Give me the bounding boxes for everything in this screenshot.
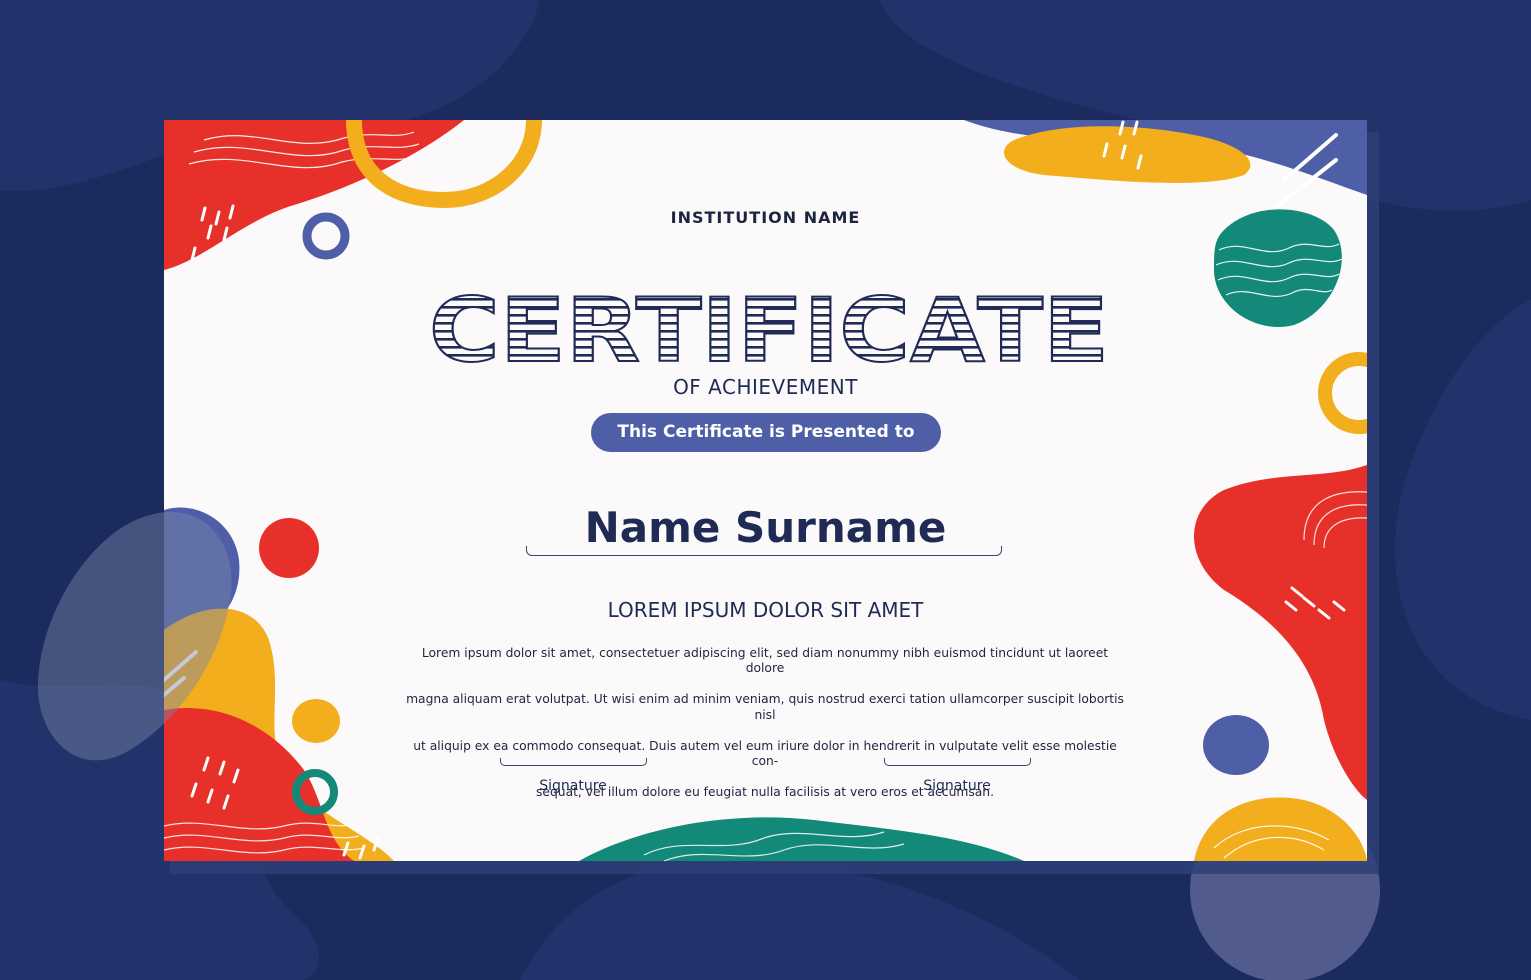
description-line: Lorem ipsum dolor sit amet, consectetuer… bbox=[421, 645, 1109, 676]
signature-line-right bbox=[884, 758, 1031, 766]
certificate-subtitle: OF ACHIEVEMENT bbox=[673, 375, 858, 399]
name-underline bbox=[526, 546, 1002, 556]
certificate-card: INSTITUTION NAME CERTIFICATE OF ACHIEVEM… bbox=[164, 120, 1367, 861]
institution-name: INSTITUTION NAME bbox=[670, 208, 861, 227]
certificate-content: INSTITUTION NAME CERTIFICATE OF ACHIEVEM… bbox=[164, 120, 1367, 861]
recipient-name: Name Surname bbox=[584, 503, 947, 552]
description-heading: LOREM IPSUM DOLOR SIT AMET bbox=[607, 598, 924, 622]
signature-line-left bbox=[500, 758, 647, 766]
signature-label-right: Signature bbox=[923, 778, 991, 794]
certificate-title-text: CERTIFICATE bbox=[429, 290, 1109, 368]
certificate-title: CERTIFICATE bbox=[428, 290, 1110, 368]
presented-to-banner: This Certificate is Presented to bbox=[591, 413, 941, 452]
description-line: magna aliquam erat volutpat. Ut wisi eni… bbox=[406, 692, 1124, 722]
signature-label-left: Signature bbox=[539, 778, 607, 794]
